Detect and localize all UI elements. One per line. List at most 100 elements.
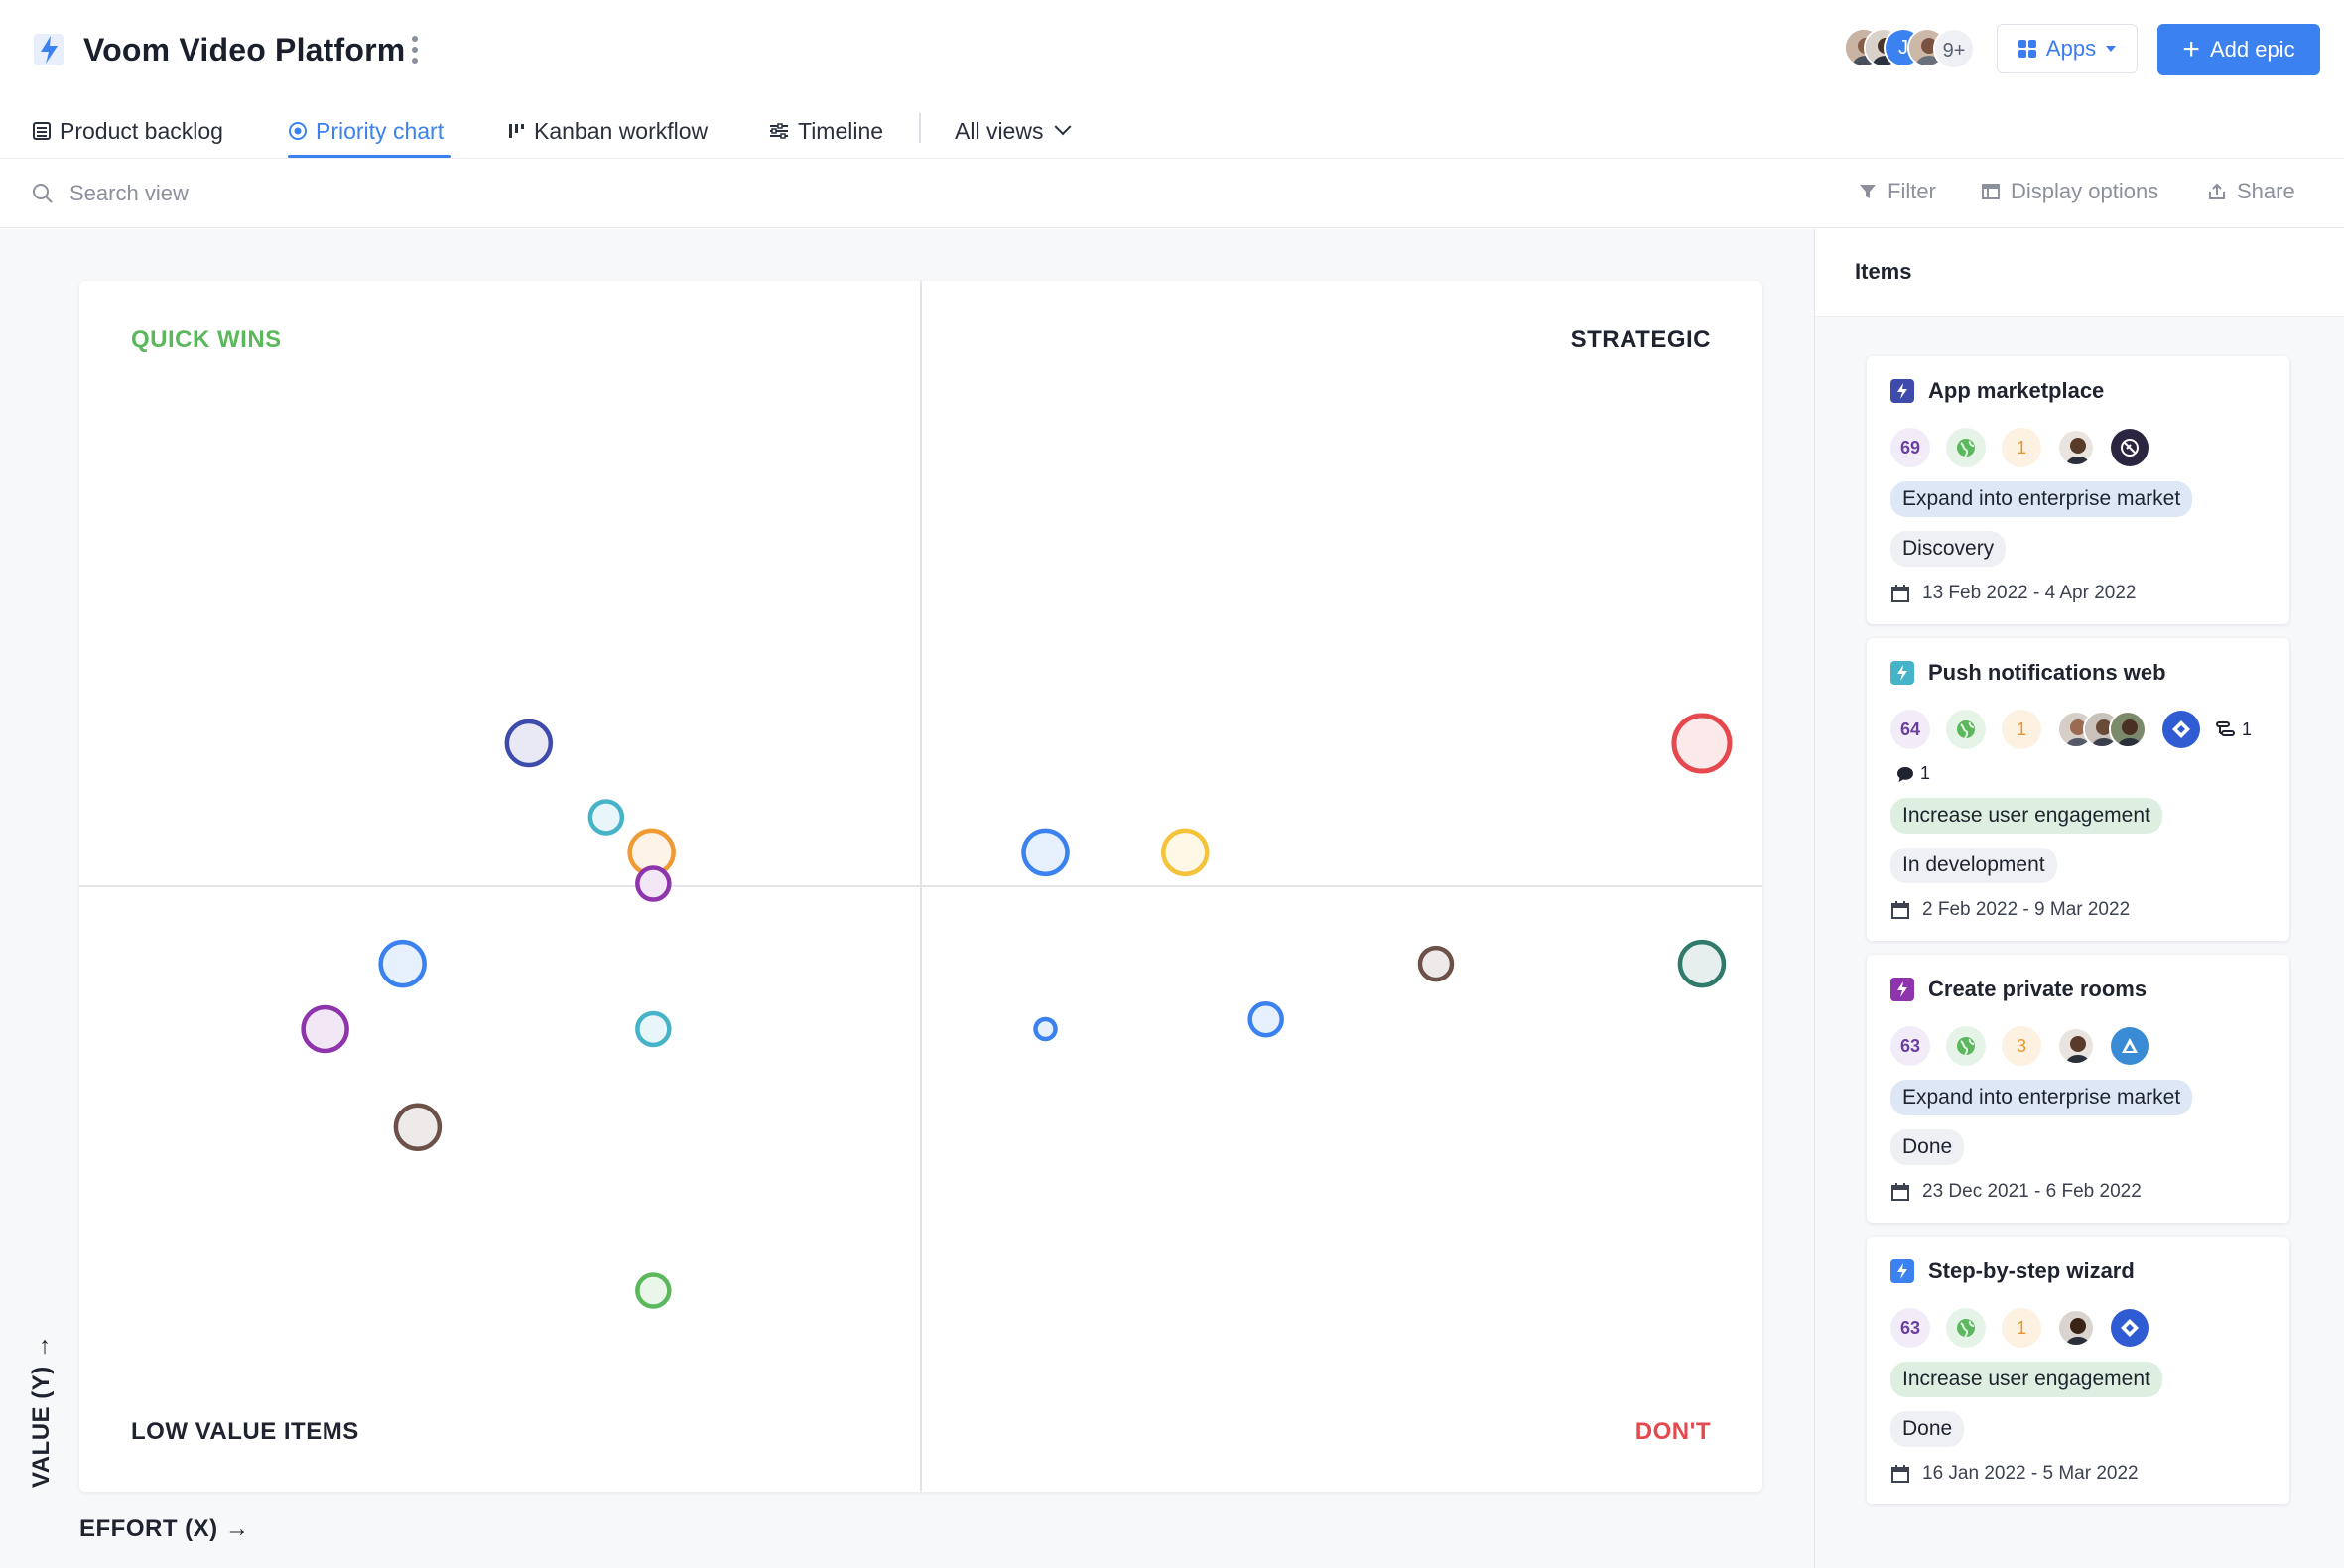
search-input[interactable] <box>69 177 566 210</box>
display-options-icon <box>1982 184 2000 199</box>
tab-priority-chart[interactable]: Priority chart <box>288 111 444 151</box>
calendar-icon <box>1891 1465 1909 1483</box>
status-chip[interactable]: In development <box>1890 848 2057 883</box>
timeline-icon <box>770 123 788 139</box>
date-range: 23 Dec 2021 - 6 Feb 2022 <box>1922 1181 2142 1202</box>
globe-icon <box>1946 1026 1986 1066</box>
display-options-label: Display options <box>2011 179 2159 203</box>
chart-point-11[interactable] <box>1161 828 1210 877</box>
chart-point-6[interactable] <box>301 1004 349 1054</box>
chart-point-8[interactable] <box>393 1103 443 1152</box>
status-chip[interactable]: Done <box>1890 1129 1965 1165</box>
calendar-icon <box>1891 901 1909 919</box>
y-axis-label: VALUE (Y) → <box>28 1334 55 1488</box>
apps-grid-icon <box>2018 40 2036 58</box>
tab-label: All views <box>955 117 1044 144</box>
chart-point-9[interactable] <box>635 1272 672 1309</box>
slack-like-icon[interactable] <box>2111 429 2149 466</box>
tab-all-views[interactable]: All views <box>955 111 1072 151</box>
chart-point-5[interactable] <box>378 939 427 988</box>
calendar-icon <box>1891 585 1909 602</box>
jira-icon[interactable] <box>2111 1309 2149 1347</box>
items-list: App marketplace 69 1 Expand into enterpr… <box>1867 356 2289 1518</box>
app-title: Voom Video Platform <box>83 32 406 67</box>
display-options-button[interactable]: Display options <box>1981 179 2158 204</box>
chart-point-7[interactable] <box>635 1010 672 1048</box>
count-badge: 1 <box>2002 1308 2041 1348</box>
chart-point-1[interactable] <box>504 719 554 768</box>
add-epic-button[interactable]: + Add epic <box>2157 24 2320 75</box>
kanban-icon <box>509 124 524 138</box>
backlog-list-icon <box>33 122 51 140</box>
subtasks-value: 1 <box>2242 719 2253 739</box>
items-panel-title: Items <box>1855 259 1912 284</box>
comments-count: 1 <box>1896 763 1930 784</box>
chart-point-4[interactable] <box>635 865 672 902</box>
assignee-avatar[interactable] <box>2057 1309 2095 1347</box>
item-card[interactable]: Push notifications web 64 1 1 1 Increase… <box>1867 638 2289 941</box>
epic-icon <box>1890 661 1914 685</box>
assignee-avatar[interactable] <box>2057 1027 2095 1065</box>
assignee-avatars[interactable] <box>2057 711 2147 748</box>
chart-point-12[interactable] <box>1671 713 1733 774</box>
tab-label: Kanban workflow <box>534 117 709 144</box>
apps-label: Apps <box>2045 36 2097 61</box>
date-range: 2 Feb 2022 - 9 Mar 2022 <box>1922 899 2131 920</box>
assignee-avatar[interactable] <box>2057 429 2095 466</box>
share-icon <box>2209 183 2225 199</box>
caret-down-icon <box>2106 46 2117 52</box>
jira-icon[interactable] <box>2162 711 2200 748</box>
chart-point-16[interactable] <box>1247 1000 1284 1038</box>
x-axis-label: EFFORT (X) → <box>79 1515 250 1542</box>
tab-label: Product backlog <box>60 117 223 144</box>
epic-icon <box>1890 978 1914 1001</box>
chart-point-10[interactable] <box>1021 828 1070 877</box>
goal-chip[interactable]: Increase user engagement <box>1890 798 2162 834</box>
date-range: 16 Jan 2022 - 5 Mar 2022 <box>1922 1463 2139 1484</box>
item-card[interactable]: App marketplace 69 1 Expand into enterpr… <box>1867 356 2289 624</box>
score-badge: 69 <box>1890 428 1930 467</box>
goal-chip[interactable]: Expand into enterprise market <box>1890 1080 2193 1115</box>
priority-chart-area: QUICK WINS STRATEGIC LOW VALUE ITEMS DON… <box>0 229 1814 1568</box>
app-header: Voom Video Platform J 9+ Apps + Add epic <box>0 0 2344 99</box>
score-badge: 64 <box>1890 710 1930 749</box>
item-card[interactable]: Step-by-step wizard 63 1 Increase user e… <box>1867 1237 2289 1504</box>
chart-point-2[interactable] <box>587 799 625 836</box>
chevron-down-icon <box>1054 118 1072 136</box>
filter-label: Filter <box>1888 179 1936 203</box>
assignee-avatar[interactable] <box>2109 711 2147 748</box>
target-icon <box>289 122 307 140</box>
share-label: Share <box>2237 179 2295 203</box>
tab-product-backlog[interactable]: Product backlog <box>32 111 223 151</box>
tab-label: Priority chart <box>316 117 445 144</box>
priority-matrix-plot <box>79 281 1762 1492</box>
count-badge: 3 <box>2002 1026 2041 1066</box>
search-icon <box>33 184 53 203</box>
tab-timeline[interactable]: Timeline <box>768 111 883 151</box>
item-title: Create private rooms <box>1928 977 2148 1001</box>
goal-chip[interactable]: Expand into enterprise market <box>1890 481 2193 517</box>
filter-button[interactable]: Filter <box>1858 179 1936 204</box>
items-panel-header: Items <box>1815 229 2344 317</box>
plus-icon: + <box>2182 33 2200 65</box>
status-chip[interactable]: Done <box>1890 1411 1965 1447</box>
status-chip[interactable]: Discovery <box>1890 531 2007 567</box>
add-epic-label: Add epic <box>2209 37 2295 62</box>
apps-button[interactable]: Apps <box>1997 24 2138 73</box>
calendar-icon <box>1891 1183 1909 1201</box>
chart-point-15[interactable] <box>1033 1016 1058 1042</box>
more-options-icon[interactable] <box>407 34 423 65</box>
globe-icon <box>1946 710 1986 749</box>
chart-point-14[interactable] <box>1677 939 1727 988</box>
active-tab-indicator <box>288 155 451 158</box>
chart-point-13[interactable] <box>1417 945 1455 982</box>
collaborator-avatars[interactable]: J 9+ <box>1844 28 1979 71</box>
share-button[interactable]: Share <box>2207 179 2295 204</box>
filter-icon <box>1860 185 1876 198</box>
item-card[interactable]: Create private rooms 63 3 Expand into en… <box>1867 955 2289 1223</box>
more-avatars-badge[interactable]: 9+ <box>1933 28 1975 69</box>
goal-chip[interactable]: Increase user engagement <box>1890 1362 2162 1397</box>
epic-icon <box>1890 379 1914 403</box>
azure-icon[interactable] <box>2111 1027 2149 1065</box>
tab-kanban-workflow[interactable]: Kanban workflow <box>506 111 708 151</box>
